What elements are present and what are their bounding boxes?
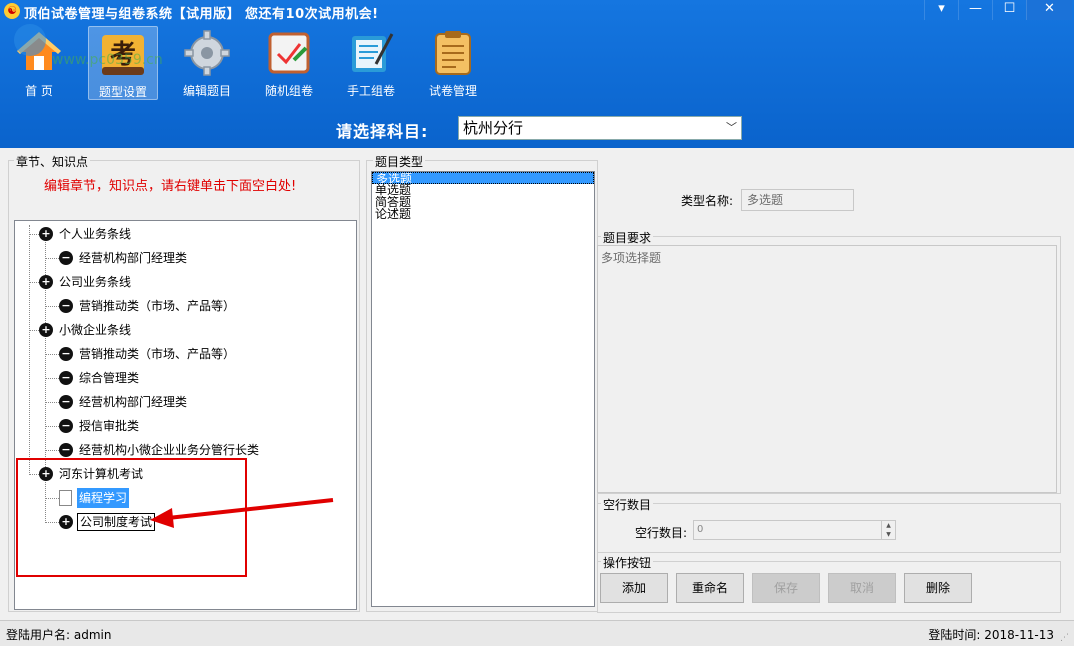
manual-paper-icon xyxy=(352,33,394,72)
tree-connector xyxy=(45,426,59,427)
question-type-item[interactable]: 多选题 xyxy=(372,172,594,184)
add-button[interactable]: 添加 xyxy=(600,573,668,603)
window-controls: ▾ — ☐ ✕ xyxy=(924,0,1072,20)
requirement-group-label: 题目要求 xyxy=(601,229,654,246)
subject-value: 杭州分行 xyxy=(463,119,524,137)
rename-button[interactable]: 重命名 xyxy=(676,573,744,603)
requirement-textarea[interactable]: 多项选择题 xyxy=(597,245,1057,493)
chevron-down-icon: ﹀ xyxy=(726,121,737,134)
tree-node-label: 营销推动类（市场、产品等） xyxy=(79,347,236,361)
collapse-icon: − xyxy=(59,347,73,361)
random-paper-icon xyxy=(268,32,310,74)
tree-node-label: 公司业务条线 xyxy=(59,275,132,289)
collapse-icon: − xyxy=(59,443,73,457)
subject-label: 请选择科目: xyxy=(336,122,429,141)
question-type-item[interactable]: 单选题 xyxy=(372,184,594,196)
collapse-icon: − xyxy=(59,299,73,313)
empty-lines-value: 0 xyxy=(697,524,704,535)
tree-connector xyxy=(29,225,30,475)
tree-node-label: 个人业务条线 xyxy=(59,227,132,241)
expand-icon[interactable]: + xyxy=(39,323,53,337)
close-button[interactable]: ✕ xyxy=(1026,0,1072,20)
toolbar-edit-question-label: 编辑题目 xyxy=(182,84,231,98)
chapter-hint-text: 编辑章节，知识点，请右键单击下面空白处! xyxy=(44,179,297,194)
tree-connector xyxy=(45,378,59,379)
resize-grip-icon[interactable]: ⋰ xyxy=(1060,632,1072,644)
delete-button[interactable]: 删除 xyxy=(904,573,972,603)
chapter-group-label: 章节、知识点 xyxy=(14,153,91,170)
stepper-arrows-icon[interactable]: ▲ ▼ xyxy=(881,521,895,539)
collapse-icon: − xyxy=(59,371,73,385)
toolbar-home-label: 首 页 xyxy=(25,84,53,98)
expand-icon[interactable]: + xyxy=(39,275,53,289)
tree-connector xyxy=(45,354,59,355)
type-name-label: 类型名称: xyxy=(681,194,734,208)
type-name-field[interactable]: 多选题 xyxy=(741,189,854,211)
tree-node-label: 经营机构部门经理类 xyxy=(79,395,188,409)
empty-lines-group-label: 空行数目 xyxy=(601,496,654,513)
tree-connector xyxy=(45,258,59,259)
toolbar-manual-paper-label: 手工组卷 xyxy=(346,84,395,98)
tree-connector xyxy=(29,330,39,331)
dropdown-icon[interactable]: ▾ xyxy=(924,0,958,20)
toolbar-paper-manage-label: 试卷管理 xyxy=(428,84,477,98)
question-type-group-label: 题目类型 xyxy=(373,153,426,170)
subject-row: 请选择科目: 杭州分行 ﹀ xyxy=(0,112,1074,144)
expand-icon[interactable]: + xyxy=(39,227,53,241)
collapse-icon: − xyxy=(59,251,73,265)
status-user: 登陆用户名: admin xyxy=(6,628,112,642)
tree-node-label: 综合管理类 xyxy=(79,371,140,385)
question-type-list[interactable]: 多选题 单选题 简答题 论述题 xyxy=(371,171,595,607)
question-type-item[interactable]: 论述题 xyxy=(372,208,594,220)
watermark-text: www.pc0359.cn xyxy=(52,52,163,68)
tree-connector xyxy=(45,306,59,307)
annotation-highlight-box xyxy=(16,458,247,577)
status-bar: 登陆用户名: admin 登陆时间: 2018-11-13 ⋰ xyxy=(0,620,1074,646)
tree-node-label: 经营机构部门经理类 xyxy=(79,251,188,265)
tree-connector xyxy=(29,234,39,235)
toolbar-random-paper-button[interactable]: 随机组卷 xyxy=(254,26,324,100)
empty-lines-stepper[interactable]: 0 ▲ ▼ xyxy=(693,520,896,540)
tree-node-label: 授信审批类 xyxy=(79,419,140,433)
collapse-icon: − xyxy=(59,395,73,409)
tree-node-label: 经营机构小微企业业务分管行长类 xyxy=(79,443,260,457)
ops-group-label: 操作按钮 xyxy=(601,554,654,571)
tree-node-label: 小微企业条线 xyxy=(59,323,132,337)
cancel-button[interactable]: 取消 xyxy=(828,573,896,603)
tree-connector xyxy=(45,331,46,451)
toolbar-manual-paper-button[interactable]: 手工组卷 xyxy=(336,26,406,100)
save-button[interactable]: 保存 xyxy=(752,573,820,603)
tree-connector xyxy=(29,282,39,283)
toolbar-question-type-label: 题型设置 xyxy=(98,85,147,99)
subject-select[interactable]: 杭州分行 ﹀ xyxy=(458,116,742,140)
collapse-icon: − xyxy=(59,419,73,433)
paper-manage-icon xyxy=(435,31,471,75)
tree-connector xyxy=(45,402,59,403)
minimize-button[interactable]: — xyxy=(958,0,992,20)
watermark-logo: www.pc0359.cn xyxy=(14,24,163,68)
tree-connector xyxy=(45,450,59,451)
app-window: ☯ 顶伯试卷管理与组卷系统【试用版】 您还有10次试用机会! ▾ — ☐ ✕ 首… xyxy=(0,0,1074,646)
question-type-item[interactable]: 简答题 xyxy=(372,196,594,208)
toolbar-paper-manage-button[interactable]: 试卷管理 xyxy=(418,26,488,100)
maximize-button[interactable]: ☐ xyxy=(992,0,1026,20)
tree-node-label: 营销推动类（市场、产品等） xyxy=(79,299,236,313)
status-login-time: 登陆时间: 2018-11-13 xyxy=(928,628,1054,642)
empty-lines-label: 空行数目: xyxy=(635,526,688,540)
toolbar-random-paper-label: 随机组卷 xyxy=(264,84,313,98)
